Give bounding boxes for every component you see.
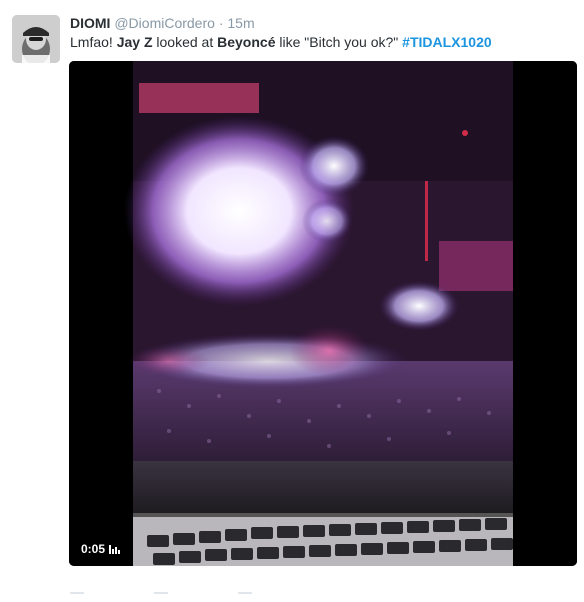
tweet: DIOMI @DiomiCordero · 15m Lmfao! Jay Z l… [0, 0, 584, 602]
retweet-icon[interactable] [154, 592, 168, 598]
tweet-text: Lmfao! Jay Z looked at Beyoncé like "Bit… [70, 32, 492, 52]
like-icon[interactable] [238, 592, 252, 598]
video-duration: 0:05 [81, 542, 106, 556]
video-timer: 0:05 [81, 542, 121, 556]
author-fullname[interactable]: DIOMI [70, 15, 110, 31]
avatar[interactable] [12, 15, 60, 63]
audio-bars-icon [109, 544, 121, 554]
tweet-text-beyonce: Beyoncé [217, 34, 276, 50]
tweet-header: DIOMI @DiomiCordero · 15m [70, 14, 255, 32]
video-frame [69, 61, 577, 566]
hashtag-link[interactable]: #TIDALX1020 [402, 34, 491, 50]
tweet-actions [70, 592, 252, 602]
tweet-timestamp[interactable]: 15m [227, 15, 254, 31]
video-player[interactable]: 0:05 [69, 61, 577, 566]
time-separator: · [218, 15, 224, 31]
tweet-text-part: looked at [152, 34, 218, 50]
tweet-text-part: like "Bitch you ok?" [275, 34, 403, 50]
tweet-text-part: Lmfao! [70, 34, 117, 50]
author-username[interactable]: @DiomiCordero [114, 15, 215, 31]
tweet-text-jayz: Jay Z [116, 34, 153, 50]
reply-icon[interactable] [70, 592, 84, 598]
